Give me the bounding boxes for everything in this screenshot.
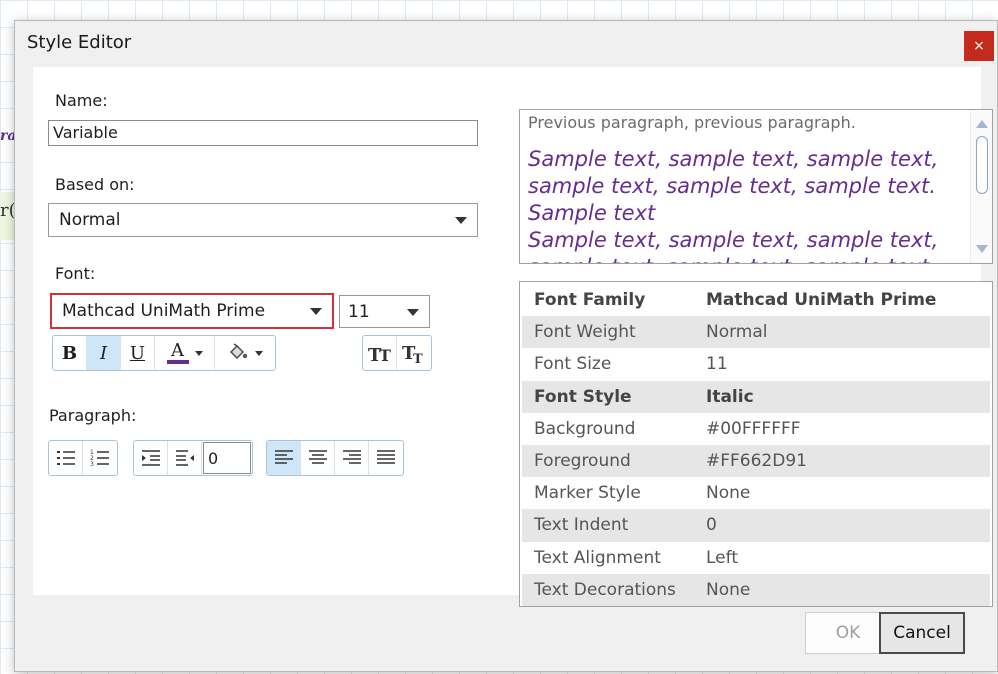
- scroll-up-icon[interactable]: [976, 120, 988, 128]
- chevron-down-icon: [310, 308, 322, 315]
- property-row: Marker Style None: [534, 483, 751, 504]
- subscript-button[interactable]: T T: [397, 336, 431, 370]
- based-on-label: Based on:: [55, 175, 135, 194]
- close-button[interactable]: ×: [964, 31, 994, 61]
- paint-bucket-icon: [230, 343, 248, 359]
- font-color-swatch: [166, 360, 189, 364]
- superscript-icon: T T: [368, 345, 391, 364]
- property-row: Font Weight Normal: [522, 316, 990, 349]
- svg-text:3: 3: [90, 461, 94, 468]
- title-bar: Style Editor ×: [15, 21, 997, 67]
- justify-button[interactable]: [369, 441, 403, 475]
- underline-button[interactable]: U: [121, 336, 155, 370]
- svg-text:T: T: [413, 352, 423, 364]
- highlight-color-button[interactable]: [215, 336, 275, 370]
- sample-line: sample text, sample text, sample text.: [528, 254, 958, 263]
- chevron-down-icon: [407, 308, 419, 316]
- bold-button[interactable]: B: [53, 336, 87, 370]
- preview-scrollbar[interactable]: [970, 110, 992, 263]
- property-row: Text Decorations None: [522, 573, 990, 606]
- property-row: Background #00FFFFFF: [534, 418, 801, 439]
- decrease-indent-icon: [175, 450, 194, 466]
- chevron-down-icon: [255, 350, 263, 356]
- sample-text: Sample text, sample text, sample text, s…: [528, 146, 958, 263]
- property-row: Text Indent 0: [522, 509, 990, 542]
- sample-line: Sample text, sample text, sample text,: [528, 147, 939, 171]
- bullet-list-button[interactable]: [49, 441, 83, 475]
- scroll-thumb[interactable]: [976, 136, 988, 194]
- style-preview: Previous paragraph, previous paragraph. …: [519, 109, 993, 264]
- align-right-icon: [342, 450, 361, 464]
- script-toolbar: T T T T: [362, 335, 432, 371]
- cancel-button[interactable]: Cancel: [879, 612, 965, 654]
- editor-panel: Name: Variable Based on: Normal Font: Ma…: [33, 67, 993, 607]
- align-justify-icon: [377, 450, 395, 464]
- font-color-button[interactable]: A: [155, 336, 215, 370]
- subscript-icon: T T: [402, 343, 423, 364]
- style-editor-dialog: Style Editor × Name: Variable Based on: …: [14, 20, 998, 672]
- chevron-down-icon: [194, 350, 203, 356]
- indent-toolbar: 0: [133, 440, 253, 476]
- chevron-down-icon: [455, 217, 467, 224]
- align-center-icon: [308, 450, 327, 464]
- style-properties-table: Font Family Mathcad UniMath Prime Font W…: [519, 281, 993, 607]
- property-row: Foreground #FF662D91: [522, 444, 990, 478]
- property-row: Text Alignment Left: [534, 547, 738, 568]
- font-size-dropdown[interactable]: 11: [339, 295, 430, 328]
- dialog-title: Style Editor: [27, 32, 132, 53]
- numbered-list-button[interactable]: 123: [83, 441, 117, 475]
- based-on-dropdown[interactable]: Normal: [48, 203, 478, 237]
- superscript-button[interactable]: T T: [363, 336, 397, 370]
- alignment-toolbar: [266, 440, 404, 476]
- numbered-list-icon: 123: [90, 449, 109, 468]
- indent-value-input[interactable]: 0: [203, 442, 251, 474]
- decrease-indent-button[interactable]: [168, 441, 202, 475]
- text-format-toolbar: B I U A: [52, 335, 276, 371]
- align-left-icon: [274, 450, 293, 464]
- name-label: Name:: [55, 91, 108, 110]
- font-family-value: Mathcad UniMath Prime: [62, 301, 266, 321]
- font-family-dropdown[interactable]: Mathcad UniMath Prime: [50, 293, 334, 329]
- based-on-value: Normal: [59, 210, 121, 230]
- align-left-button[interactable]: [267, 441, 301, 475]
- sample-line: Sample text: [528, 201, 656, 225]
- property-row: Font Family Mathcad UniMath Prime: [534, 290, 937, 311]
- property-row: Font Size 11: [534, 354, 728, 375]
- align-center-button[interactable]: [301, 441, 335, 475]
- previous-paragraph-text: Previous paragraph, previous paragraph.: [528, 113, 856, 132]
- bullet-list-icon: [56, 451, 75, 465]
- font-label: Font:: [55, 264, 96, 283]
- property-row: Font Style Italic: [522, 380, 990, 413]
- font-color-icon: A: [166, 342, 189, 364]
- scroll-down-icon[interactable]: [976, 245, 988, 253]
- name-input[interactable]: Variable: [48, 120, 478, 146]
- sample-line: sample text, sample text, sample text.: [528, 174, 936, 198]
- increase-indent-icon: [141, 450, 160, 466]
- italic-button[interactable]: I: [87, 336, 121, 370]
- list-toolbar: 123: [48, 440, 118, 476]
- svg-text:T: T: [379, 346, 391, 364]
- paragraph-label: Paragraph:: [49, 406, 137, 425]
- font-size-value: 11: [348, 301, 370, 322]
- align-right-button[interactable]: [335, 441, 369, 475]
- sample-line: Sample text, sample text, sample text,: [528, 228, 939, 252]
- close-icon: ×: [973, 38, 985, 54]
- increase-indent-button[interactable]: [134, 441, 168, 475]
